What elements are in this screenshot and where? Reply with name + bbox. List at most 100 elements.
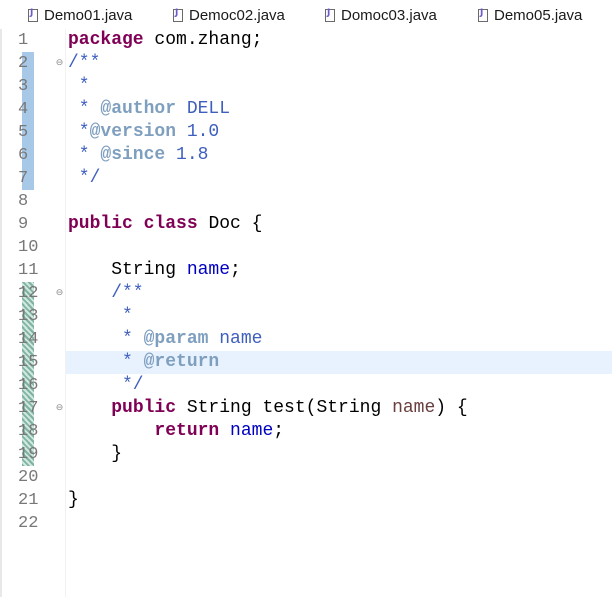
tab-demo05[interactable]: Demo05.java <box>478 4 582 26</box>
line-number: 10 <box>18 238 39 257</box>
code-token: @param <box>143 329 209 349</box>
code-text[interactable]: * @param name <box>66 328 612 351</box>
collapse-icon[interactable]: ⊖ <box>55 404 64 413</box>
code-line[interactable]: 18 return name; <box>0 420 612 443</box>
code-token: } <box>68 490 79 510</box>
code-text[interactable]: public String test(String name) { <box>66 397 612 420</box>
code-token: } <box>68 444 123 464</box>
code-token: ; <box>230 260 241 280</box>
code-text[interactable]: } <box>66 443 612 466</box>
code-line[interactable]: 13 * <box>0 305 612 328</box>
line-number: 9 <box>18 215 29 234</box>
code-text[interactable]: */ <box>66 167 612 190</box>
code-token: public <box>111 398 177 418</box>
tab-label: Domoc03.java <box>341 6 437 24</box>
tab-domoc03[interactable]: Domoc03.java <box>325 4 437 26</box>
code-text[interactable]: } <box>66 489 612 512</box>
code-token: * <box>68 145 101 165</box>
code-line[interactable]: 10 <box>0 236 612 259</box>
code-token: * <box>68 122 90 142</box>
code-line[interactable]: 1 package com.zhang; <box>0 29 612 52</box>
code-token: class <box>143 214 198 234</box>
code-line[interactable]: 4 * @author DELL <box>0 98 612 121</box>
code-token: @since <box>100 145 166 165</box>
collapse-icon[interactable]: ⊖ <box>55 289 64 298</box>
line-number: 6 <box>18 146 29 165</box>
code-text[interactable] <box>66 466 612 489</box>
code-line[interactable]: 5 *@version 1.0 <box>0 121 612 144</box>
line-number: 11 <box>18 261 39 280</box>
code-text[interactable]: * <box>66 305 612 328</box>
code-token: * <box>68 76 90 96</box>
code-text[interactable] <box>66 512 612 535</box>
code-line[interactable]: 22 <box>0 512 612 535</box>
code-line[interactable]: 6 * @since 1.8 <box>0 144 612 167</box>
code-token: /** <box>68 283 144 303</box>
code-token: * <box>68 99 101 119</box>
code-token: String <box>68 260 187 280</box>
code-line[interactable]: 2 ⊖ /** <box>0 52 612 75</box>
code-line[interactable]: 19 } <box>0 443 612 466</box>
code-line[interactable]: 7 */ <box>0 167 612 190</box>
code-text[interactable]: /** <box>66 282 612 305</box>
line-number: 13 <box>18 307 39 326</box>
code-text[interactable] <box>66 190 612 213</box>
code-text[interactable]: * @since 1.8 <box>66 144 612 167</box>
tab-label: Democ02.java <box>189 6 285 24</box>
line-number: 7 <box>18 169 29 188</box>
code-token: */ <box>68 168 101 188</box>
code-editor[interactable]: 1 package com.zhang; 2 ⊖/** 3 * 4 * @author D… <box>0 29 612 597</box>
code-token: 1.8 <box>165 145 209 165</box>
code-line[interactable]: 3 * <box>0 75 612 98</box>
code-token: ) { <box>435 398 468 418</box>
code-text[interactable]: * @return <box>66 351 612 374</box>
line-number: 5 <box>18 123 29 142</box>
line-number: 1 <box>18 31 29 50</box>
code-line[interactable]: 21} <box>0 489 612 512</box>
code-token: name <box>186 260 231 280</box>
code-line[interactable]: 11 String name; <box>0 259 612 282</box>
code-token: return <box>154 421 220 441</box>
code-token: ; <box>273 421 285 441</box>
code-line[interactable]: 16 */ <box>0 374 612 397</box>
java-file-icon <box>28 8 38 22</box>
code-text[interactable]: String name; <box>66 259 612 282</box>
collapse-icon[interactable]: ⊖ <box>55 59 64 68</box>
line-number: 3 <box>18 77 29 96</box>
code-line[interactable]: 20 <box>0 466 612 489</box>
tab-democ02[interactable]: Democ02.java <box>173 4 285 26</box>
code-token: package <box>68 30 144 50</box>
line-number: 8 <box>18 192 29 211</box>
code-text[interactable]: */ <box>66 374 612 397</box>
tab-label: Demo05.java <box>494 6 583 24</box>
code-token: * <box>68 306 133 326</box>
code-text[interactable]: package com.zhang; <box>66 29 612 52</box>
code-text[interactable]: * <box>66 75 612 98</box>
code-token: * <box>68 352 144 372</box>
code-token: public <box>68 214 133 234</box>
code-token: @version <box>89 122 177 142</box>
code-line[interactable]: 17 ⊖ public String test(String name) { <box>0 397 612 420</box>
code-line[interactable]: 12 ⊖ /** <box>0 282 612 305</box>
code-line[interactable]: 14 * @param name <box>0 328 612 351</box>
line-number: 2 <box>18 54 29 73</box>
line-number: 17 <box>18 399 39 418</box>
code-line[interactable]: 15 * @return <box>0 351 612 374</box>
code-token: String test(String <box>176 398 393 418</box>
code-line[interactable]: 9 public class Doc { <box>0 213 612 236</box>
code-text[interactable]: /** <box>66 52 612 75</box>
code-text[interactable]: public class Doc { <box>66 213 612 236</box>
code-text[interactable]: *@version 1.0 <box>66 121 612 144</box>
tab-demo01[interactable]: Demo01.java <box>28 4 132 26</box>
line-number: 18 <box>18 422 39 441</box>
code-token: name <box>230 421 274 441</box>
code-text[interactable] <box>66 236 612 259</box>
line-number: 15 <box>18 353 39 372</box>
code-line[interactable]: 8 <box>0 190 612 213</box>
line-number: 20 <box>18 468 39 487</box>
code-token: @return <box>143 352 220 372</box>
line-number: 16 <box>18 376 39 395</box>
code-text[interactable]: return name; <box>66 420 612 443</box>
code-text[interactable]: * @author DELL <box>66 98 612 121</box>
